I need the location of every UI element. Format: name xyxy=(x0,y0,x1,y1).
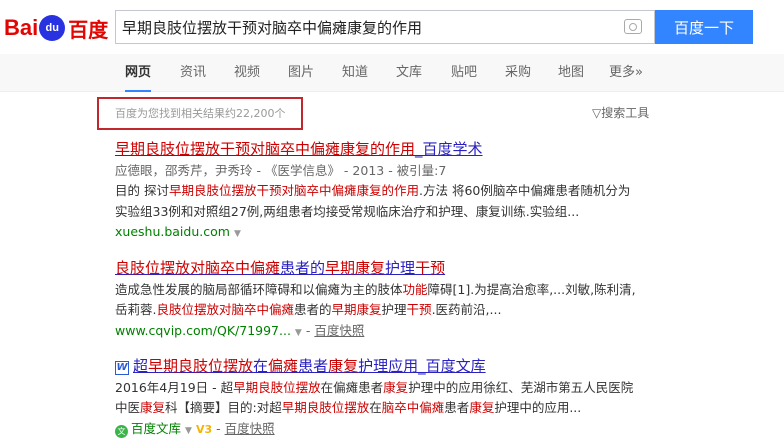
text-segment: 实验组33例和对照组27例,两组患者均接受常规临床治疗和护理、康复训练.实验组.… xyxy=(115,203,580,219)
search-input[interactable]: 早期良肢位摆放干预对脑卒中偏瘫康复的作用 xyxy=(115,10,655,44)
result-snippet-line: 2016年4月19日 - 超早期良肢位摆放在偏瘫患者康复护理中的应用徐红、芜湖市… xyxy=(115,378,675,399)
search-button[interactable]: 百度一下 xyxy=(655,10,753,44)
tab-8[interactable]: 地图 xyxy=(558,54,584,92)
text-segment: 障碍[1].为提高治愈率,...刘敏,陈利清, xyxy=(427,281,636,297)
text-segment: 科【摘要】目的:对超 xyxy=(165,400,282,415)
highlighted-keyword: 康复 xyxy=(140,400,166,415)
cache-link[interactable]: 百度快照 xyxy=(225,421,275,436)
highlighted-keyword: 早期良肢位摆放干预对脑卒中偏瘫康复的作用 xyxy=(115,140,416,158)
result-meta: 应德眼，邵秀芹，尹秀玲 - 《医学信息》 - 2013 - 被引量:7 xyxy=(115,162,447,178)
result-snippet-line: 目的 探讨早期良肢位摆放干预对脑卒中偏瘫康复的作用.方法 将60例脑卒中偏瘫患者… xyxy=(115,181,675,202)
text-segment: 2016年4月19日 - 超 xyxy=(115,379,234,395)
result-snippet-line: 造成急性发展的脑局部循环障碍和以偏瘫为主的肢体功能障碍[1].为提高治愈率,..… xyxy=(115,280,675,301)
highlighted-keyword: 早期良肢位摆放 xyxy=(281,400,370,415)
tab-1[interactable]: 资讯 xyxy=(180,54,206,92)
highlighted-keyword: 脑卒中偏瘫 xyxy=(381,400,445,415)
highlighted-keyword: 早期良肢位摆放 xyxy=(148,357,254,375)
level-badge: V3 xyxy=(195,422,213,436)
result-snippet-line: 岳莉蓉.良肢位摆放对脑卒中偏瘫患者的早期康复护理干预.医药前沿,... xyxy=(115,300,675,321)
dropdown-arrow-icon[interactable]: ▼ xyxy=(234,229,241,239)
highlighted-keyword: 康复 xyxy=(383,379,409,395)
highlighted-keyword: 早期康复 xyxy=(331,302,382,317)
word-doc-icon: W xyxy=(115,361,129,375)
text-segment: _百度学术 xyxy=(415,140,483,158)
highlighted-keyword: 早期良肢位摆放 xyxy=(233,379,321,395)
tab-9[interactable]: 更多» xyxy=(609,54,643,92)
text-segment: 护理 xyxy=(381,302,407,317)
text-segment: 岳莉蓉. xyxy=(115,302,157,317)
highlighted-keyword: 康复 xyxy=(328,357,359,375)
result-snippet-line: 中医康复科【摘要】目的:对超早期良肢位摆放在脑卒中偏瘫患者康复护理中的应用... xyxy=(115,398,675,419)
text-segment: 在 xyxy=(369,400,382,415)
highlighted-keyword: 康复 xyxy=(469,400,495,415)
result-url[interactable]: xueshu.baidu.com ▼ xyxy=(115,222,675,245)
nav-tabs: 网页 资讯 视频 图片 知道 文库 贴吧 采购 地图 更多» xyxy=(0,54,784,92)
cache-link[interactable]: 百度快照 xyxy=(314,323,364,338)
text-segment: 护理 xyxy=(385,259,416,277)
result-url-text[interactable]: xueshu.baidu.com xyxy=(115,224,230,239)
result-count: 百度为您找到相关结果约22,200个 xyxy=(97,97,303,130)
result-item: 良肢位摆放对脑卒中偏瘫患者的早期康复护理干预 造成急性发展的脑局部循环障碍和以偏… xyxy=(115,257,675,343)
wenku-icon: 文 xyxy=(115,424,128,438)
highlighted-keyword: 早期康复 xyxy=(325,259,386,277)
result-title[interactable]: 早期良肢位摆放干预对脑卒中偏瘫康复的作用_百度学术 xyxy=(115,138,483,160)
dropdown-arrow-icon[interactable]: ▼ xyxy=(295,328,302,338)
highlighted-keyword: 早期良肢位摆放干预对脑卒中偏瘫康复的作用 xyxy=(168,183,419,198)
baidu-logo[interactable]: Bai du 百度 xyxy=(4,10,108,46)
text-segment: 患者 xyxy=(444,400,470,415)
result-title[interactable]: 超早期良肢位摆放在偏瘫患者康复护理应用_百度文库 xyxy=(133,355,486,377)
camera-icon[interactable] xyxy=(624,19,642,34)
highlighted-keyword: 良肢位摆放对脑卒中偏瘫 xyxy=(115,259,281,277)
text-segment: 患者 xyxy=(298,357,329,375)
highlighted-keyword: 干预 xyxy=(406,302,432,317)
highlighted-keyword: 良肢位摆放对脑卒中偏瘫 xyxy=(156,302,294,317)
text-segment: 超 xyxy=(133,357,149,375)
tab-7[interactable]: 采购 xyxy=(505,54,531,92)
text-segment: 造成急性发展的脑局部循环障碍和以偏瘫为主的肢体 xyxy=(115,281,403,297)
logo-text-cn: 百度 xyxy=(68,19,109,42)
text-segment: 患者的 xyxy=(294,302,332,317)
search-tools-label: 搜索工具 xyxy=(601,106,650,120)
tab-4[interactable]: 知道 xyxy=(342,54,368,92)
text-segment: 在 xyxy=(253,357,269,375)
tab-3[interactable]: 图片 xyxy=(288,54,314,92)
highlighted-keyword: 干预 xyxy=(415,259,446,277)
result-url-text[interactable]: www.cqvip.com/QK/71997... xyxy=(115,323,291,338)
highlighted-keyword: 偏瘫 xyxy=(268,357,299,375)
result-source: 文百度文库 ▼ V3 - 百度快照 xyxy=(115,419,675,442)
logo-text: Bai xyxy=(4,15,39,40)
text-segment: .医药前沿,... xyxy=(431,302,502,317)
highlighted-keyword: 功能 xyxy=(402,281,428,297)
paw-icon: du xyxy=(39,15,66,41)
tab-2[interactable]: 视频 xyxy=(234,54,260,92)
result-url: www.cqvip.com/QK/71997... ▼ - 百度快照 xyxy=(115,322,365,338)
result-item: 早期良肢位摆放干预对脑卒中偏瘫康复的作用_百度学术 应德眼，邵秀芹，尹秀玲 - … xyxy=(115,138,675,245)
text-segment: 患者的 xyxy=(280,259,326,277)
result-snippet-line: 实验组33例和对照组27例,两组患者均接受常规临床治疗和护理、康复训练.实验组.… xyxy=(115,202,675,223)
tab-0[interactable]: 网页 xyxy=(125,54,152,92)
result-title[interactable]: 良肢位摆放对脑卒中偏瘫患者的早期康复护理干预 xyxy=(115,257,445,279)
text-segment: .方法 将60例脑卒中偏瘫患者随机分为 xyxy=(419,183,631,198)
source-name[interactable]: 百度文库 xyxy=(131,421,181,436)
tab-6[interactable]: 贴吧 xyxy=(451,54,477,92)
tab-5[interactable]: 文库 xyxy=(396,54,422,92)
text-segment: 在偏瘫患者 xyxy=(320,379,384,395)
text-segment: 护理中的应用徐红、芜湖市第五人民医院 xyxy=(408,379,634,395)
text-segment: 中医 xyxy=(115,400,141,415)
text-segment: 护理应用_百度文库 xyxy=(358,357,486,375)
search-query: 早期良肢位摆放干预对脑卒中偏瘫康复的作用 xyxy=(122,18,423,37)
filter-icon: ▽ xyxy=(592,106,602,120)
search-tools-button[interactable]: ▽搜索工具 xyxy=(592,104,649,121)
text-segment: 护理中的应用... xyxy=(494,400,582,415)
result-item: W 超早期良肢位摆放在偏瘫患者康复护理应用_百度文库 2016年4月19日 - 超… xyxy=(115,355,675,441)
dropdown-arrow-icon[interactable]: ▼ xyxy=(185,426,192,436)
text-segment: 目的 探讨 xyxy=(115,183,169,198)
